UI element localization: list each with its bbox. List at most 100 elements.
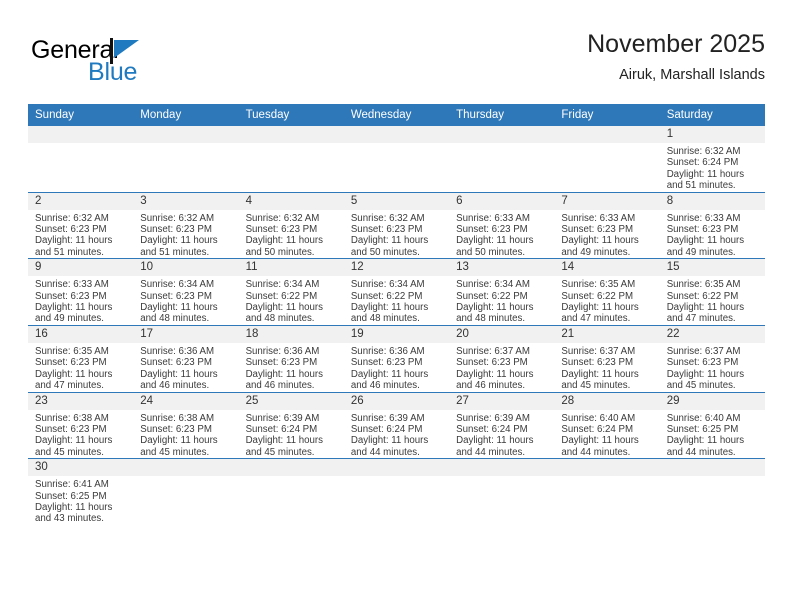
day-details: Sunrise: 6:36 AM Sunset: 6:23 PM Daylight:… (133, 343, 238, 392)
calendar-day-cell[interactable]: 2 Sunrise: 6:32 AM Sunset: 6:23 PM Daylight… (28, 191, 134, 259)
day-cell-inner: 10 Sunrise: 6:34 AM Sunset: 6:23 PM Dayligh… (133, 259, 239, 325)
sunrise-text: Sunrise: 6:32 AM (245, 212, 320, 224)
calendar-day-cell[interactable]: 10 Sunrise: 6:34 AM Sunset: 6:23 PM Dayligh… (133, 258, 239, 326)
day-number: 2 (28, 192, 134, 210)
day-cell-inner: 2 Sunrise: 6:32 AM Sunset: 6:23 PM Daylight… (28, 192, 134, 259)
day-number: 15 (659, 259, 765, 277)
title-block: November 2025 Airuk, Marshall Islands (587, 28, 765, 84)
sunset-text: Sunset: 6:23 PM (245, 357, 318, 369)
day-number: 17 (133, 325, 239, 343)
calendar-day-cell[interactable]: 1 Sunrise: 6:32 AM Sunset: 6:24 PM Daylight… (659, 126, 765, 192)
calendar-day-cell[interactable]: 19 Sunrise: 6:36 AM Sunset: 6:23 PM Dayligh… (343, 324, 450, 392)
daylight-text-cont: and 50 minutes. (456, 246, 526, 258)
calendar-empty-cell (28, 126, 134, 192)
day-number (554, 459, 660, 477)
day-details: Sunrise: 6:41 AM Sunset: 6:25 PM Daylight:… (28, 476, 133, 525)
day-cell-inner: 17 Sunrise: 6:36 AM Sunset: 6:23 PM Dayligh… (133, 325, 239, 392)
day-number: 21 (554, 325, 660, 343)
calendar-day-cell[interactable]: 16 Sunrise: 6:35 AM Sunset: 6:23 PM Dayligh… (28, 324, 134, 392)
calendar-day-cell[interactable]: 7 Sunrise: 6:33 AM Sunset: 6:23 PM Daylight… (554, 191, 660, 259)
calendar-day-cell[interactable]: 29 Sunrise: 6:40 AM Sunset: 6:25 PM Dayligh… (659, 391, 765, 459)
day-cell-inner: 6 Sunrise: 6:33 AM Sunset: 6:23 PM Daylight… (449, 192, 555, 259)
calendar-day-cell[interactable]: 23 Sunrise: 6:38 AM Sunset: 6:23 PM Dayligh… (28, 391, 134, 459)
calendar-day-cell[interactable]: 12 Sunrise: 6:34 AM Sunset: 6:22 PM Dayligh… (343, 258, 450, 326)
daylight-text-cont: and 43 minutes. (35, 513, 104, 525)
calendar-empty-cell (343, 126, 450, 192)
daylight-text-cont: and 45 minutes. (666, 380, 736, 392)
sunrise-text: Sunrise: 6:34 AM (350, 279, 425, 291)
calendar-day-cell[interactable]: 14 Sunrise: 6:35 AM Sunset: 6:22 PM Dayligh… (554, 258, 660, 326)
day-number: 26 (343, 392, 450, 410)
day-details: Sunrise: 6:32 AM Sunset: 6:23 PM Daylight:… (239, 210, 344, 259)
day-number: 22 (659, 325, 765, 343)
sunrise-text: Sunrise: 6:35 AM (561, 279, 636, 291)
weekday-header-saturday: Saturday (659, 104, 765, 126)
daylight-text-cont: and 48 minutes. (456, 313, 526, 325)
calendar-day-cell[interactable]: 3 Sunrise: 6:32 AM Sunset: 6:23 PM Daylight… (133, 191, 239, 259)
day-details: Sunrise: 6:33 AM Sunset: 6:23 PM Daylight:… (554, 210, 659, 259)
daylight-text-cont: and 45 minutes. (140, 446, 210, 458)
weekday-header-thursday: Thursday (449, 104, 555, 126)
sunset-text: Sunset: 6:22 PM (350, 290, 423, 302)
calendar-day-cell[interactable]: 4 Sunrise: 6:32 AM Sunset: 6:23 PM Daylight… (238, 191, 344, 259)
daylight-text-cont: and 46 minutes. (140, 380, 210, 392)
day-cell-inner: 12 Sunrise: 6:34 AM Sunset: 6:22 PM Dayligh… (343, 259, 450, 325)
daylight-text: Daylight: 11 hours (245, 435, 323, 447)
day-cell-inner: 28 Sunrise: 6:40 AM Sunset: 6:24 PM Dayligh… (554, 392, 660, 459)
sunset-text: Sunset: 6:22 PM (456, 290, 528, 302)
day-details: Sunrise: 6:33 AM Sunset: 6:23 PM Daylight:… (28, 276, 133, 325)
calendar-day-cell[interactable]: 25 Sunrise: 6:39 AM Sunset: 6:24 PM Dayligh… (238, 391, 344, 459)
calendar-day-cell[interactable]: 22 Sunrise: 6:37 AM Sunset: 6:23 PM Dayligh… (659, 324, 765, 392)
daylight-text-cont: and 45 minutes. (35, 446, 104, 458)
day-cell-inner: 21 Sunrise: 6:37 AM Sunset: 6:23 PM Dayligh… (554, 325, 660, 392)
day-cell-inner (659, 459, 765, 525)
daylight-text: Daylight: 11 hours (666, 368, 745, 380)
daylight-text: Daylight: 11 hours (35, 435, 113, 447)
day-cell-inner (133, 126, 239, 192)
calendar-day-cell[interactable]: 21 Sunrise: 6:37 AM Sunset: 6:23 PM Dayligh… (554, 324, 660, 392)
daylight-text-cont: and 46 minutes. (245, 380, 315, 392)
calendar-empty-cell (659, 458, 765, 525)
daylight-text-cont: and 47 minutes. (35, 380, 104, 392)
day-details: Sunrise: 6:34 AM Sunset: 6:22 PM Daylight:… (239, 276, 344, 325)
day-details: Sunrise: 6:34 AM Sunset: 6:22 PM Daylight:… (344, 276, 449, 325)
calendar-day-cell[interactable]: 15 Sunrise: 6:35 AM Sunset: 6:22 PM Dayligh… (659, 258, 765, 326)
daylight-text-cont: and 49 minutes. (35, 313, 104, 325)
calendar-day-cell[interactable]: 26 Sunrise: 6:39 AM Sunset: 6:24 PM Dayligh… (343, 391, 450, 459)
page-header: General Blue November 2025 Airuk, Marsha… (28, 28, 765, 100)
day-number: 23 (28, 392, 134, 410)
daylight-text-cont: and 49 minutes. (666, 246, 736, 258)
day-cell-inner: 26 Sunrise: 6:39 AM Sunset: 6:24 PM Dayligh… (343, 392, 450, 459)
daylight-text: Daylight: 11 hours (456, 235, 534, 247)
sunset-text: Sunset: 6:23 PM (666, 224, 739, 236)
day-cell-inner: 9 Sunrise: 6:33 AM Sunset: 6:23 PM Daylight… (28, 259, 134, 325)
calendar-day-cell[interactable]: 24 Sunrise: 6:38 AM Sunset: 6:23 PM Dayligh… (133, 391, 239, 459)
day-number (554, 126, 660, 143)
calendar-day-cell[interactable]: 11 Sunrise: 6:34 AM Sunset: 6:22 PM Dayligh… (238, 258, 344, 326)
calendar-day-cell[interactable]: 20 Sunrise: 6:37 AM Sunset: 6:23 PM Dayligh… (449, 324, 555, 392)
calendar-day-cell[interactable]: 9 Sunrise: 6:33 AM Sunset: 6:23 PM Daylight… (28, 258, 134, 326)
calendar-day-cell[interactable]: 30 Sunrise: 6:41 AM Sunset: 6:25 PM Dayligh… (28, 458, 134, 525)
day-number (449, 459, 555, 477)
day-details: Sunrise: 6:32 AM Sunset: 6:24 PM Daylight:… (660, 143, 765, 192)
calendar-day-cell[interactable]: 5 Sunrise: 6:32 AM Sunset: 6:23 PM Daylight… (343, 191, 450, 259)
day-details: Sunrise: 6:35 AM Sunset: 6:22 PM Daylight:… (660, 276, 765, 325)
sunrise-text: Sunrise: 6:36 AM (140, 345, 215, 357)
day-details: Sunrise: 6:35 AM Sunset: 6:23 PM Daylight:… (28, 343, 133, 392)
daylight-text: Daylight: 11 hours (140, 368, 218, 380)
daylight-text: Daylight: 11 hours (350, 302, 429, 314)
calendar-day-cell[interactable]: 28 Sunrise: 6:40 AM Sunset: 6:24 PM Dayligh… (554, 391, 660, 459)
calendar-day-cell[interactable]: 6 Sunrise: 6:33 AM Sunset: 6:23 PM Daylight… (449, 191, 555, 259)
day-number: 1 (659, 126, 765, 143)
sunset-text: Sunset: 6:23 PM (140, 224, 212, 236)
calendar-day-cell[interactable]: 27 Sunrise: 6:39 AM Sunset: 6:24 PM Dayligh… (449, 391, 555, 459)
calendar-day-cell[interactable]: 18 Sunrise: 6:36 AM Sunset: 6:23 PM Dayligh… (238, 324, 344, 392)
day-number: 12 (343, 259, 450, 277)
daylight-text-cont: and 51 minutes. (140, 246, 210, 258)
sunset-text: Sunset: 6:22 PM (245, 290, 318, 302)
calendar-day-cell[interactable]: 8 Sunrise: 6:33 AM Sunset: 6:23 PM Daylight… (659, 191, 765, 259)
day-cell-inner: 3 Sunrise: 6:32 AM Sunset: 6:23 PM Daylight… (133, 192, 239, 259)
calendar-day-cell[interactable]: 13 Sunrise: 6:34 AM Sunset: 6:22 PM Dayligh… (449, 258, 555, 326)
calendar-day-cell[interactable]: 17 Sunrise: 6:36 AM Sunset: 6:23 PM Dayligh… (133, 324, 239, 392)
day-cell-inner: 22 Sunrise: 6:37 AM Sunset: 6:23 PM Dayligh… (659, 325, 765, 392)
